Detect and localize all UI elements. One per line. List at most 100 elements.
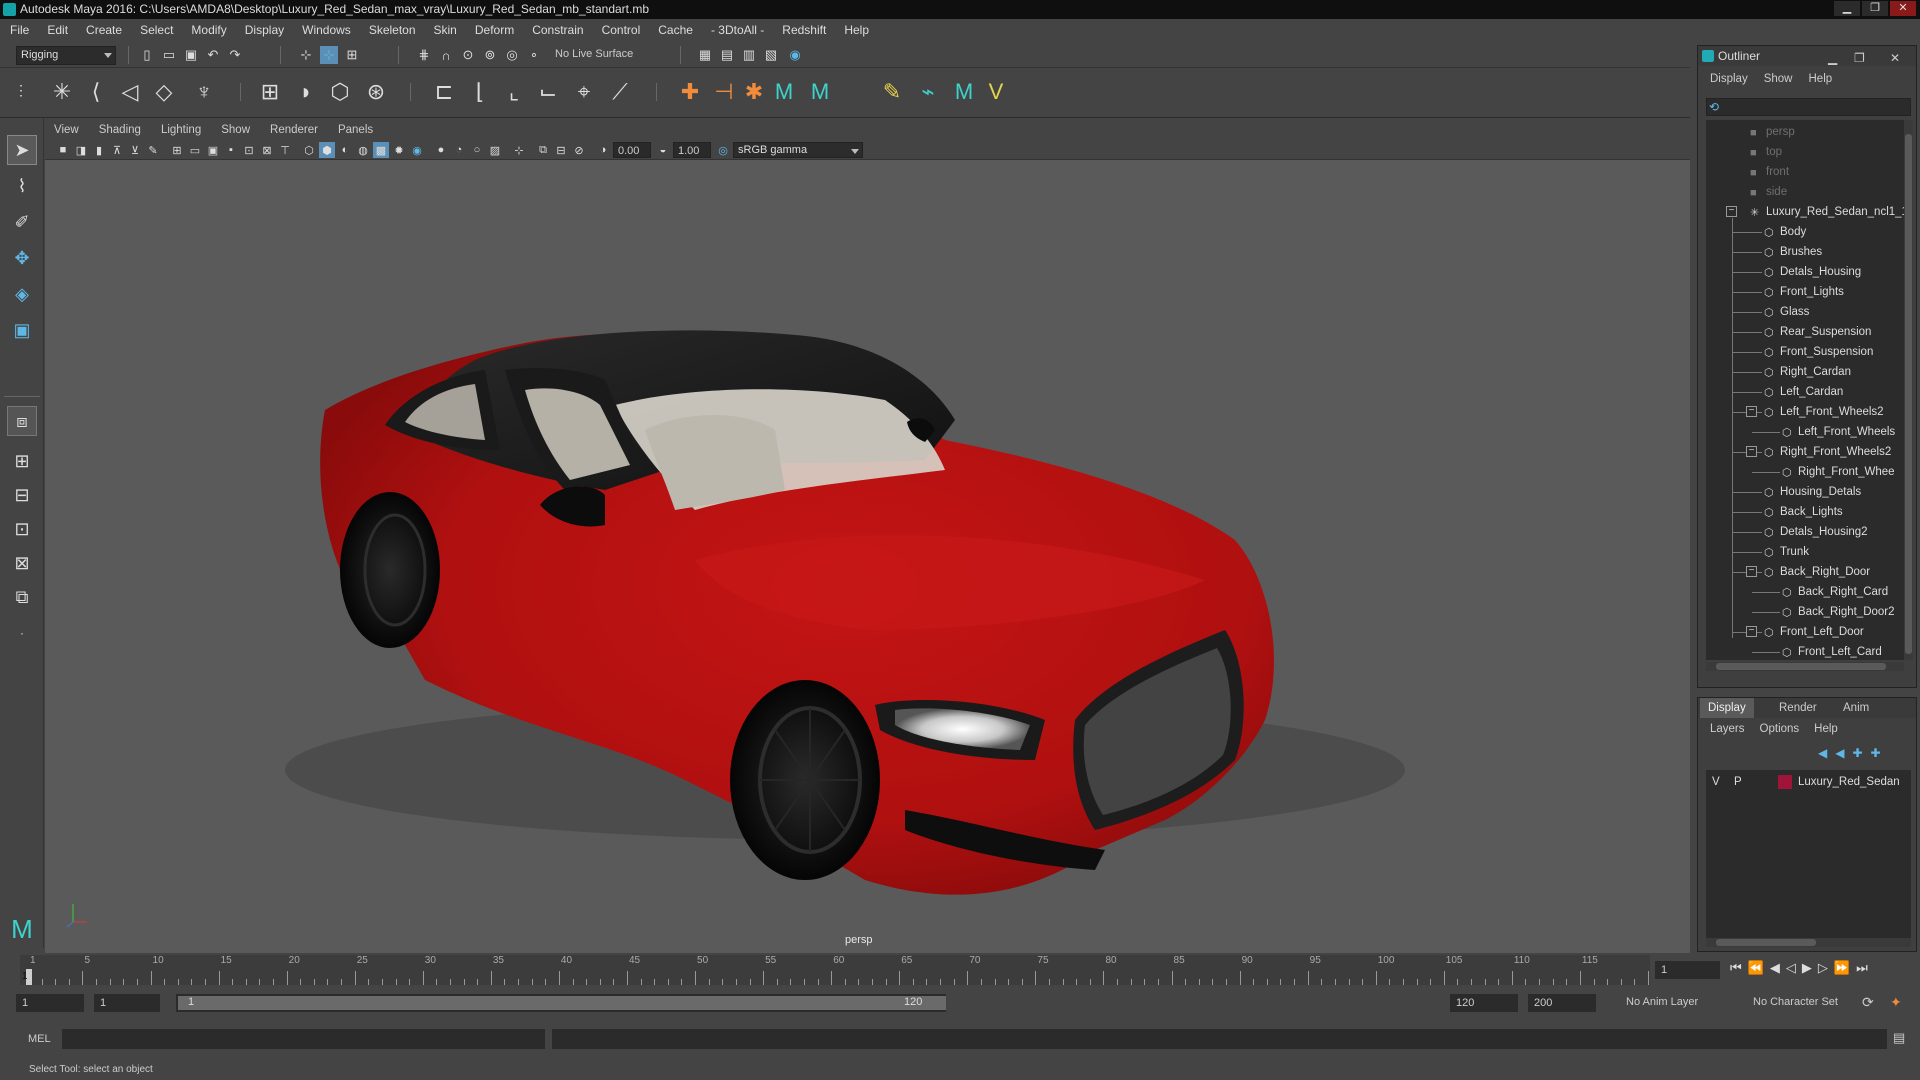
- outliner-item[interactable]: ⬡ Back_Right_Door: [1764, 562, 1870, 582]
- outliner-persp-icon[interactable]: ⊡: [7, 514, 37, 544]
- orient-constraint-icon[interactable]: ⌞: [500, 78, 528, 106]
- select-hierarchy-icon[interactable]: ⊹: [297, 46, 315, 64]
- camera-select-icon[interactable]: ■: [55, 142, 71, 158]
- layer-menu-layers[interactable]: Layers: [1710, 723, 1745, 735]
- outliner-item[interactable]: ✳ Luxury_Red_Sedan_ncl1_1: [1750, 202, 1904, 222]
- exposure-icon[interactable]: ◑: [595, 142, 611, 158]
- outliner-menu-show[interactable]: Show: [1764, 73, 1793, 91]
- safe-title-icon[interactable]: ⊤: [277, 142, 293, 158]
- collapse-toggle[interactable]: −: [1746, 406, 1757, 417]
- menu-select[interactable]: Select: [140, 23, 173, 37]
- outliner-item[interactable]: ⬡ Housing_Detals: [1764, 482, 1861, 502]
- outliner-hscroll[interactable]: [1706, 662, 1904, 671]
- humanik-icon[interactable]: ♆: [190, 78, 218, 106]
- close-button[interactable]: ✕: [1890, 1, 1916, 16]
- graph-persp-icon[interactable]: ⊠: [7, 548, 37, 578]
- outliner-item[interactable]: ⬡ Rear_Suspension: [1764, 322, 1871, 342]
- rotate-tool-icon[interactable]: ◈: [7, 279, 37, 309]
- new-scene-icon[interactable]: ▯: [138, 46, 156, 64]
- color-management-icon[interactable]: ◎: [715, 142, 731, 158]
- menu-create[interactable]: Create: [86, 23, 122, 37]
- render-settings-icon[interactable]: ▥: [740, 46, 758, 64]
- ik-spline-icon[interactable]: ◁: [116, 78, 144, 106]
- outliner-item[interactable]: ■ top: [1750, 142, 1782, 162]
- smooth-shade-icon[interactable]: ⬢: [319, 142, 335, 158]
- film-gate-icon[interactable]: ▭: [187, 142, 203, 158]
- ipr-render-icon[interactable]: ▤: [718, 46, 736, 64]
- 2d-pan-zoom-icon[interactable]: ⊻: [127, 142, 143, 158]
- aim-constraint-icon[interactable]: ⌖: [570, 78, 598, 106]
- outliner-item[interactable]: ⬡ Back_Right_Door2: [1782, 602, 1895, 622]
- outliner-filter-icon[interactable]: ⟲: [1709, 100, 1719, 114]
- perspective-viewport[interactable]: persp: [45, 160, 1690, 953]
- view-transform-dropdown[interactable]: sRGB gamma: [733, 142, 863, 158]
- menu-display[interactable]: Display: [245, 23, 284, 37]
- hypershade-persp-icon[interactable]: ⧉: [7, 582, 37, 612]
- gamma-icon[interactable]: ◒: [655, 142, 671, 158]
- save-scene-icon[interactable]: ▣: [182, 46, 200, 64]
- snap-curve-icon[interactable]: ∩: [437, 46, 455, 64]
- outliner-minimize-button[interactable]: ▁: [1828, 48, 1837, 68]
- layer-row[interactable]: V P Luxury_Red_Sedan: [1706, 772, 1911, 792]
- move-tool-icon[interactable]: ✥: [7, 243, 37, 273]
- resolution-gate-icon[interactable]: ▣: [205, 142, 221, 158]
- xray-joints-icon[interactable]: ⧉: [535, 142, 551, 158]
- new-layer-icon[interactable]: ✚: [1871, 746, 1881, 760]
- default-material-icon[interactable]: ◐: [337, 142, 353, 158]
- outliner-item[interactable]: ⬡ Brushes: [1764, 242, 1822, 262]
- open-scene-icon[interactable]: ▭: [160, 46, 178, 64]
- cluster-icon[interactable]: ⊞: [256, 78, 284, 106]
- step-back-key-icon[interactable]: ⏪: [1748, 960, 1764, 976]
- menu-3dtoall[interactable]: - 3DtoAll -: [711, 23, 764, 37]
- snap-view-icon[interactable]: ⊚: [481, 46, 499, 64]
- outliner-item[interactable]: ⬡ Trunk: [1764, 542, 1809, 562]
- safe-action-icon[interactable]: ⊠: [259, 142, 275, 158]
- go-to-end-icon[interactable]: ⏭: [1856, 960, 1868, 976]
- lattice-icon[interactable]: ◗: [292, 78, 320, 106]
- layer-color-swatch[interactable]: [1778, 775, 1792, 789]
- shadows-icon[interactable]: ◉: [409, 142, 425, 158]
- two-view-icon[interactable]: ⊟: [7, 480, 37, 510]
- layer-visibility-toggle[interactable]: V: [1712, 772, 1720, 792]
- gamma-field[interactable]: 1.00: [673, 142, 711, 158]
- play-forward-icon[interactable]: ▶: [1802, 960, 1812, 976]
- isolate-select-icon[interactable]: ⊹: [511, 142, 527, 158]
- outliner-item[interactable]: ⬡ Left_Cardan: [1764, 382, 1843, 402]
- joint-tool-icon[interactable]: ✳: [48, 78, 76, 106]
- single-perspective-icon[interactable]: ⧈: [7, 406, 37, 436]
- outliner-item[interactable]: ⬡ Right_Front_Wheels2: [1764, 442, 1891, 462]
- menu-help[interactable]: Help: [844, 23, 869, 37]
- viewport-menu-panels[interactable]: Panels: [338, 124, 373, 136]
- ik-handle-icon[interactable]: ⟨: [82, 78, 110, 106]
- outliner-item[interactable]: ■ side: [1750, 182, 1787, 202]
- outliner-item[interactable]: ⬡ Body: [1764, 222, 1806, 242]
- menu-windows[interactable]: Windows: [302, 23, 351, 37]
- outliner-item[interactable]: ⬡ Front_Lights: [1764, 282, 1844, 302]
- scale-tool-icon[interactable]: ▣: [7, 315, 37, 345]
- layer-tab-render[interactable]: Render: [1771, 698, 1825, 718]
- outliner-close-button[interactable]: ✕: [1890, 48, 1900, 68]
- backface-icon[interactable]: ⊘: [571, 142, 587, 158]
- paint-select-icon[interactable]: ✐: [7, 207, 37, 237]
- outliner-menu-help[interactable]: Help: [1809, 73, 1833, 91]
- outliner-item[interactable]: ■ persp: [1750, 122, 1795, 142]
- depth-of-field-icon[interactable]: ▨: [487, 142, 503, 158]
- outliner-item[interactable]: ⬡ Back_Lights: [1764, 502, 1843, 522]
- ambient-occlusion-icon[interactable]: ●: [433, 142, 449, 158]
- motion-blur-icon[interactable]: ◔: [451, 142, 467, 158]
- layout-more-icon[interactable]: ·: [7, 618, 37, 648]
- grid-icon[interactable]: ⊞: [169, 142, 185, 158]
- outliner-item[interactable]: ⬡ Front_Left_Door: [1764, 622, 1864, 642]
- menu-skin[interactable]: Skin: [434, 23, 457, 37]
- menu-control[interactable]: Control: [602, 23, 641, 37]
- step-forward-frame-icon[interactable]: ▷: [1818, 960, 1828, 976]
- move-layer-up-icon[interactable]: ◀: [1818, 746, 1827, 760]
- select-component-icon[interactable]: ⊞: [343, 46, 361, 64]
- current-frame-field[interactable]: 1: [1655, 961, 1720, 979]
- render-view-icon[interactable]: ◉: [786, 46, 804, 64]
- anim-prefs-icon[interactable]: ✦: [1890, 994, 1902, 1011]
- outliner-item[interactable]: ⬡ Left_Front_Wheels: [1782, 422, 1895, 442]
- grease-pencil-icon[interactable]: ✎: [145, 142, 161, 158]
- outliner-item[interactable]: ⬡ Right_Cardan: [1764, 362, 1851, 382]
- layer-tab-display[interactable]: Display: [1700, 698, 1754, 718]
